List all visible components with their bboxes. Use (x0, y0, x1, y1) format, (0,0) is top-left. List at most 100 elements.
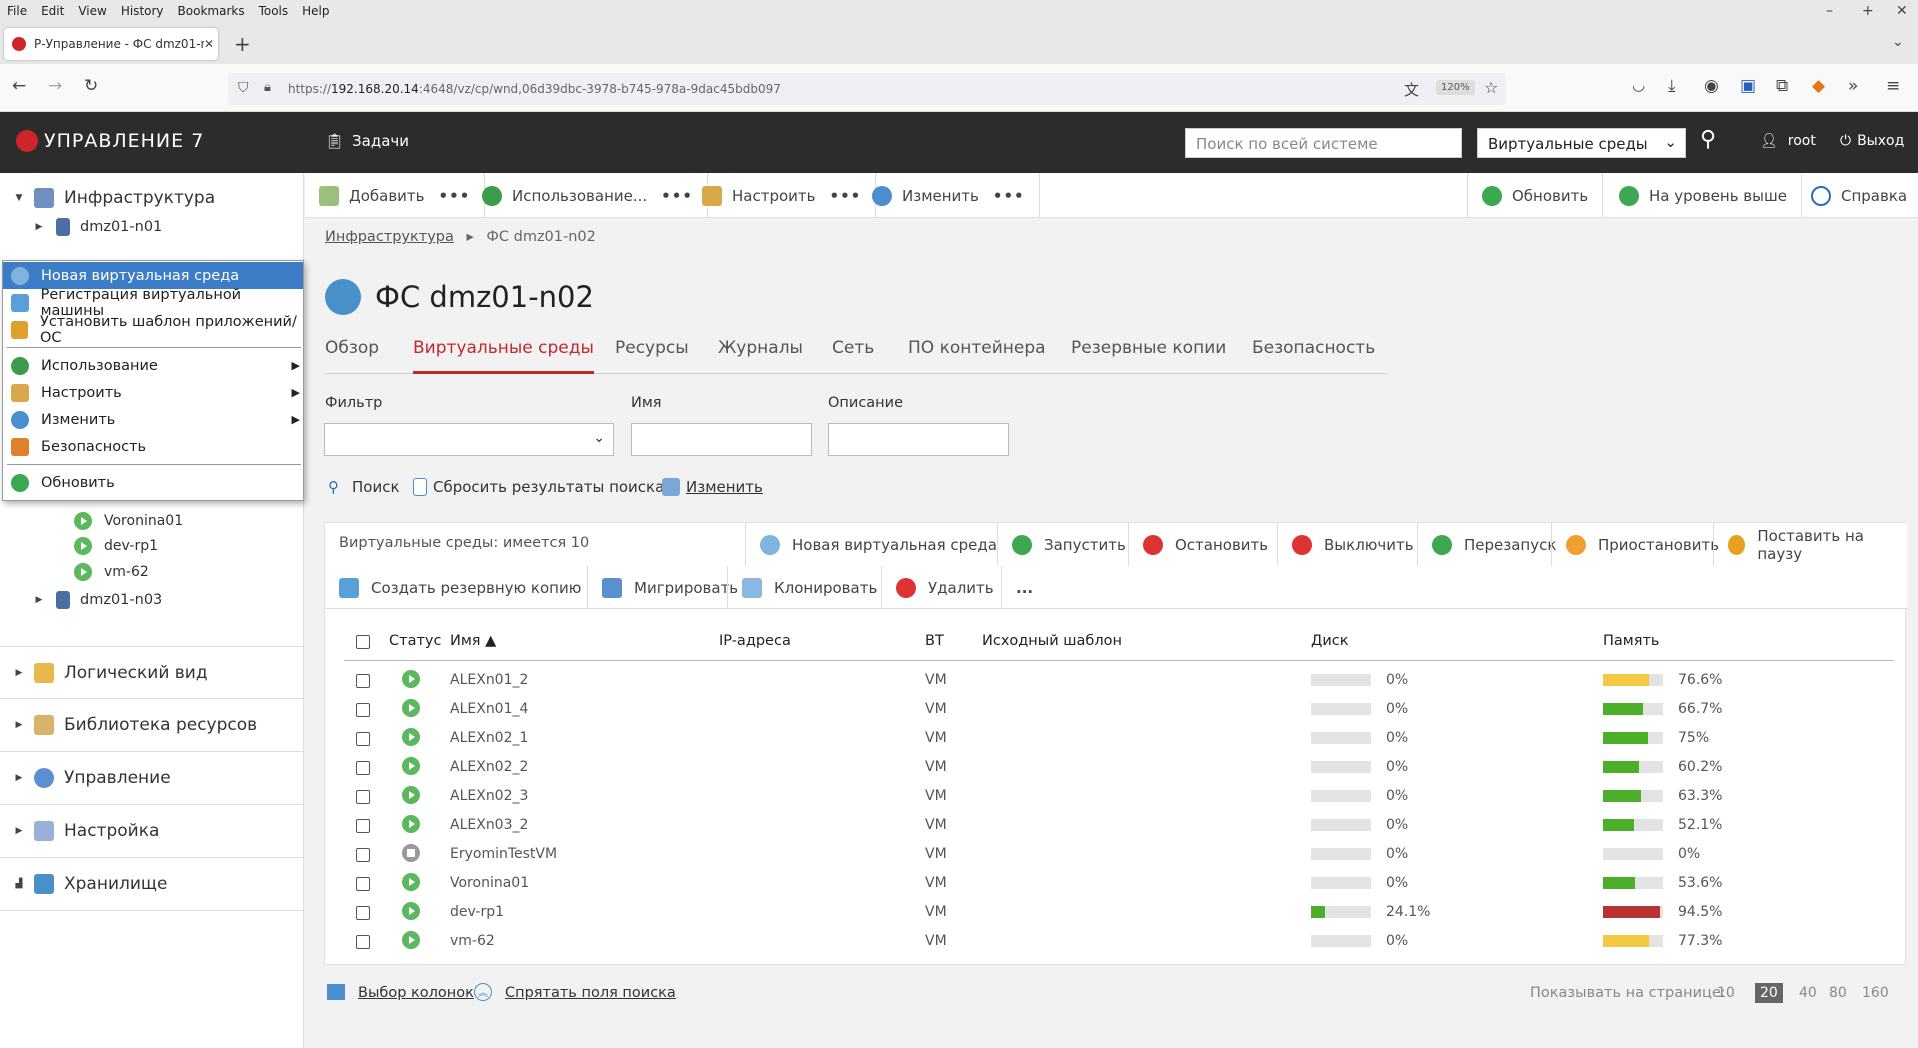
caret-right-icon[interactable]: ▶ (34, 222, 44, 232)
account-icon[interactable]: ◉ (1704, 76, 1719, 96)
col-vt[interactable]: ВТ (925, 633, 944, 649)
suspend-button[interactable]: Приостановить (1551, 523, 1733, 566)
tab-virtual-envs[interactable]: Виртуальные среды (413, 338, 594, 374)
menu-item-change[interactable]: Изменить ▶ (3, 406, 303, 433)
menu-item-usage[interactable]: Использование ▶ (3, 352, 303, 379)
vm-name[interactable]: ALEXn02_1 (450, 730, 528, 746)
menu-help[interactable]: Help (295, 4, 336, 18)
collapse-up-icon[interactable]: ︽ (474, 983, 492, 1001)
close-window-icon[interactable]: ✕ (1896, 3, 1908, 19)
table-row[interactable]: ALEXn02_3 VM 0% 63.3% (325, 782, 1907, 811)
menu-bookmarks[interactable]: Bookmarks (171, 4, 252, 18)
table-row[interactable]: Voronina01 VM 0% 53.6% (325, 869, 1907, 898)
extensions-icon[interactable]: ⧉ (1776, 76, 1788, 96)
user-menu[interactable]: 👤︎ root (1760, 133, 1816, 149)
menu-item-new-ve[interactable]: Новая виртуальная среда (3, 262, 303, 289)
start-button[interactable]: Запустить (997, 523, 1140, 566)
page-size-option[interactable]: 10 (1717, 985, 1735, 1001)
vm-name[interactable]: dev-rp1 (450, 904, 504, 920)
sidebar-item-resource-library[interactable]: ▶ Библиотека ресурсов (14, 715, 318, 735)
shield-icon[interactable]: ⛉ (238, 80, 249, 96)
tree-vm[interactable]: dev-rp1 (74, 537, 158, 555)
select-all-checkbox[interactable] (356, 635, 370, 649)
tree-vm[interactable]: Voronina01 (74, 512, 183, 530)
vm-name[interactable]: ALEXn01_2 (450, 672, 528, 688)
row-checkbox[interactable] (356, 906, 370, 920)
menu-view[interactable]: View (71, 4, 113, 18)
sidebar-item-storage[interactable]: ▟ Хранилище (14, 874, 318, 894)
search-icon[interactable]: ⚲ (1700, 127, 1716, 152)
caret-right-icon[interactable]: ▶ (14, 826, 24, 836)
col-status[interactable]: Статус (389, 633, 441, 649)
pocket-icon[interactable]: ◡ (1632, 76, 1645, 94)
choose-columns-link[interactable]: Выбор колонок (358, 985, 474, 1001)
new-ve-button[interactable]: Новая виртуальная среда (745, 523, 1011, 566)
hide-search-link[interactable]: Спрятать поля поиска (505, 985, 676, 1001)
env-type-select[interactable]: Виртуальные среды ⌄ (1477, 128, 1686, 158)
row-checkbox[interactable] (356, 703, 370, 717)
restart-button[interactable]: Перезапуск (1417, 523, 1570, 566)
menu-item-configure[interactable]: Настроить ▶ (3, 379, 303, 406)
table-row[interactable]: ALEXn01_2 VM 0% 76.6% (325, 666, 1907, 695)
lock-icon[interactable]: 🔒︎ (264, 80, 271, 95)
vm-name[interactable]: ALEXn03_2 (450, 817, 528, 833)
help-button[interactable]: Справка (1797, 173, 1918, 218)
tab-resources[interactable]: Ресурсы (615, 338, 689, 358)
sidebar-item-settings[interactable]: ▶ Настройка (14, 821, 318, 841)
page-size-option-current[interactable]: 20 (1755, 983, 1783, 1003)
tab-close-icon[interactable]: ✕ (204, 37, 214, 51)
vm-name[interactable]: vm-62 (450, 933, 495, 949)
pause-button[interactable]: Поставить на паузу (1713, 523, 1907, 566)
more-dots-icon[interactable]: ••• (993, 187, 1025, 205)
backup-button[interactable]: Создать резервную копию (325, 566, 595, 609)
row-checkbox[interactable] (356, 819, 370, 833)
tab-overview[interactable]: Обзор (325, 338, 379, 358)
translate-icon[interactable]: 文 (1404, 79, 1419, 100)
level-up-button[interactable]: На уровень выше (1605, 173, 1802, 218)
vm-name[interactable]: ALEXn02_2 (450, 759, 528, 775)
tab-backups[interactable]: Резервные копии (1071, 338, 1226, 358)
more-dots-icon[interactable]: ••• (439, 187, 471, 205)
col-memory[interactable]: Память (1603, 633, 1659, 649)
bitwarden-icon[interactable]: ▣ (1740, 76, 1756, 96)
table-row[interactable]: ALEXn02_1 VM 0% 75% (325, 724, 1907, 753)
menu-history[interactable]: History (114, 4, 171, 18)
metamask-icon[interactable]: ◆ (1812, 76, 1825, 96)
downloads-icon[interactable]: ⤓ (1668, 76, 1676, 96)
overflow-icon[interactable]: » (1848, 76, 1858, 96)
sidebar-item-management[interactable]: ▶ Управление (14, 768, 318, 788)
minimize-icon[interactable]: – (1826, 3, 1833, 19)
row-checkbox[interactable] (356, 877, 370, 891)
name-input[interactable] (631, 423, 812, 456)
caret-right-icon[interactable]: ▶ (34, 595, 44, 605)
page-size-option[interactable]: 80 (1829, 985, 1847, 1001)
logout-button[interactable]: ⏻ Выход (1840, 133, 1904, 149)
tab-container-software[interactable]: ПО контейнера (908, 338, 1046, 358)
caret-down-icon[interactable]: ▼ (14, 193, 24, 203)
global-search-input[interactable]: Поиск по всей системе (1185, 128, 1462, 158)
table-row[interactable]: ALEXn03_2 VM 0% 52.1% (325, 811, 1907, 840)
refresh-button[interactable]: Обновить (1467, 173, 1604, 218)
more-actions-button[interactable]: ... (1001, 566, 1047, 609)
app-menu-icon[interactable]: ≡ (1886, 76, 1900, 96)
page-size-option[interactable]: 40 (1799, 985, 1817, 1001)
caret-right-icon[interactable]: ▶ (14, 773, 24, 783)
tab-list-icon[interactable]: ⌄ (1892, 34, 1904, 50)
col-disk[interactable]: Диск (1311, 633, 1348, 649)
change-button[interactable]: Изменить ••• (858, 173, 1040, 218)
more-dots-icon[interactable]: ••• (829, 187, 861, 205)
clone-button[interactable]: Клонировать (727, 566, 891, 609)
usage-button[interactable]: Использование... ••• (468, 173, 708, 218)
sidebar-item-logical-view[interactable]: ▶ Логический вид (14, 663, 318, 683)
back-icon[interactable]: ← (12, 76, 26, 96)
sidebar-item-infrastructure[interactable]: ▼ Инфраструктура (14, 188, 318, 208)
table-row[interactable]: vm-62 VM 0% 77.3% (325, 927, 1907, 956)
tab-security[interactable]: Безопасность (1252, 338, 1375, 358)
app-logo[interactable]: УПРАВЛЕНИЕ 7 (16, 130, 204, 152)
maximize-icon[interactable]: + (1862, 3, 1874, 19)
row-checkbox[interactable] (356, 674, 370, 688)
table-row[interactable]: ALEXn02_2 VM 0% 60.2% (325, 753, 1907, 782)
vm-name[interactable]: ALEXn01_4 (450, 701, 528, 717)
vm-name[interactable]: Voronina01 (450, 875, 529, 891)
delete-button[interactable]: Удалить (881, 566, 1008, 609)
